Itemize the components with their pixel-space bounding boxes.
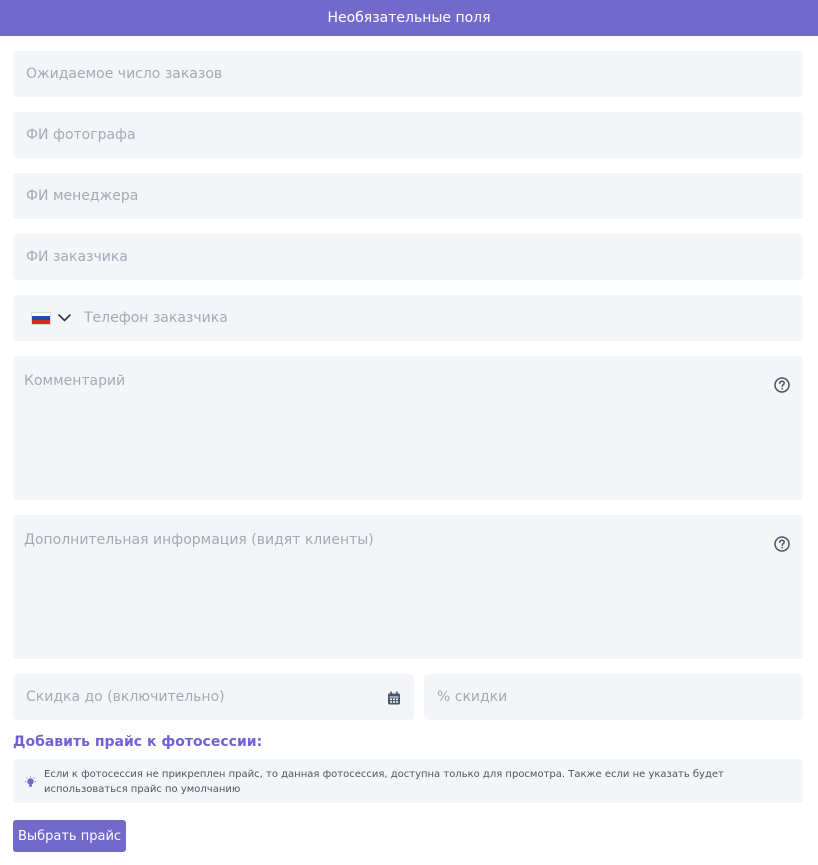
russia-flag-icon [31, 311, 51, 325]
section-title: Необязательные поля [327, 10, 491, 26]
extra-info-textarea[interactable] [13, 515, 803, 659]
calendar-icon[interactable] [387, 690, 401, 705]
price-info-box: Если к фотосессия не прикреплен прайс, т… [13, 759, 803, 803]
lightbulb-icon [24, 774, 37, 787]
discount-until-input[interactable] [13, 674, 414, 720]
help-icon[interactable] [774, 377, 790, 393]
comment-field [13, 356, 803, 500]
photographer-name-input[interactable] [13, 112, 803, 158]
help-icon[interactable] [774, 536, 790, 552]
discount-until-field [13, 674, 414, 720]
price-info-text: Если к фотосессия не прикреплен прайс, т… [44, 769, 724, 795]
customer-name-input[interactable] [13, 234, 803, 280]
add-price-label: Добавить прайс к фотосессии: [13, 734, 263, 750]
expected-orders-input[interactable] [13, 51, 803, 97]
phone-field [13, 295, 803, 341]
extra-info-field [13, 515, 803, 659]
chevron-down-icon [58, 311, 72, 325]
comment-textarea[interactable] [13, 356, 803, 500]
customer-phone-input[interactable] [71, 295, 791, 341]
discount-percent-input[interactable] [424, 674, 803, 720]
manager-name-input[interactable] [13, 173, 803, 219]
section-header: Необязательные поля [0, 0, 818, 36]
country-selector[interactable] [31, 295, 75, 341]
select-price-button[interactable]: Выбрать прайс [13, 820, 126, 852]
